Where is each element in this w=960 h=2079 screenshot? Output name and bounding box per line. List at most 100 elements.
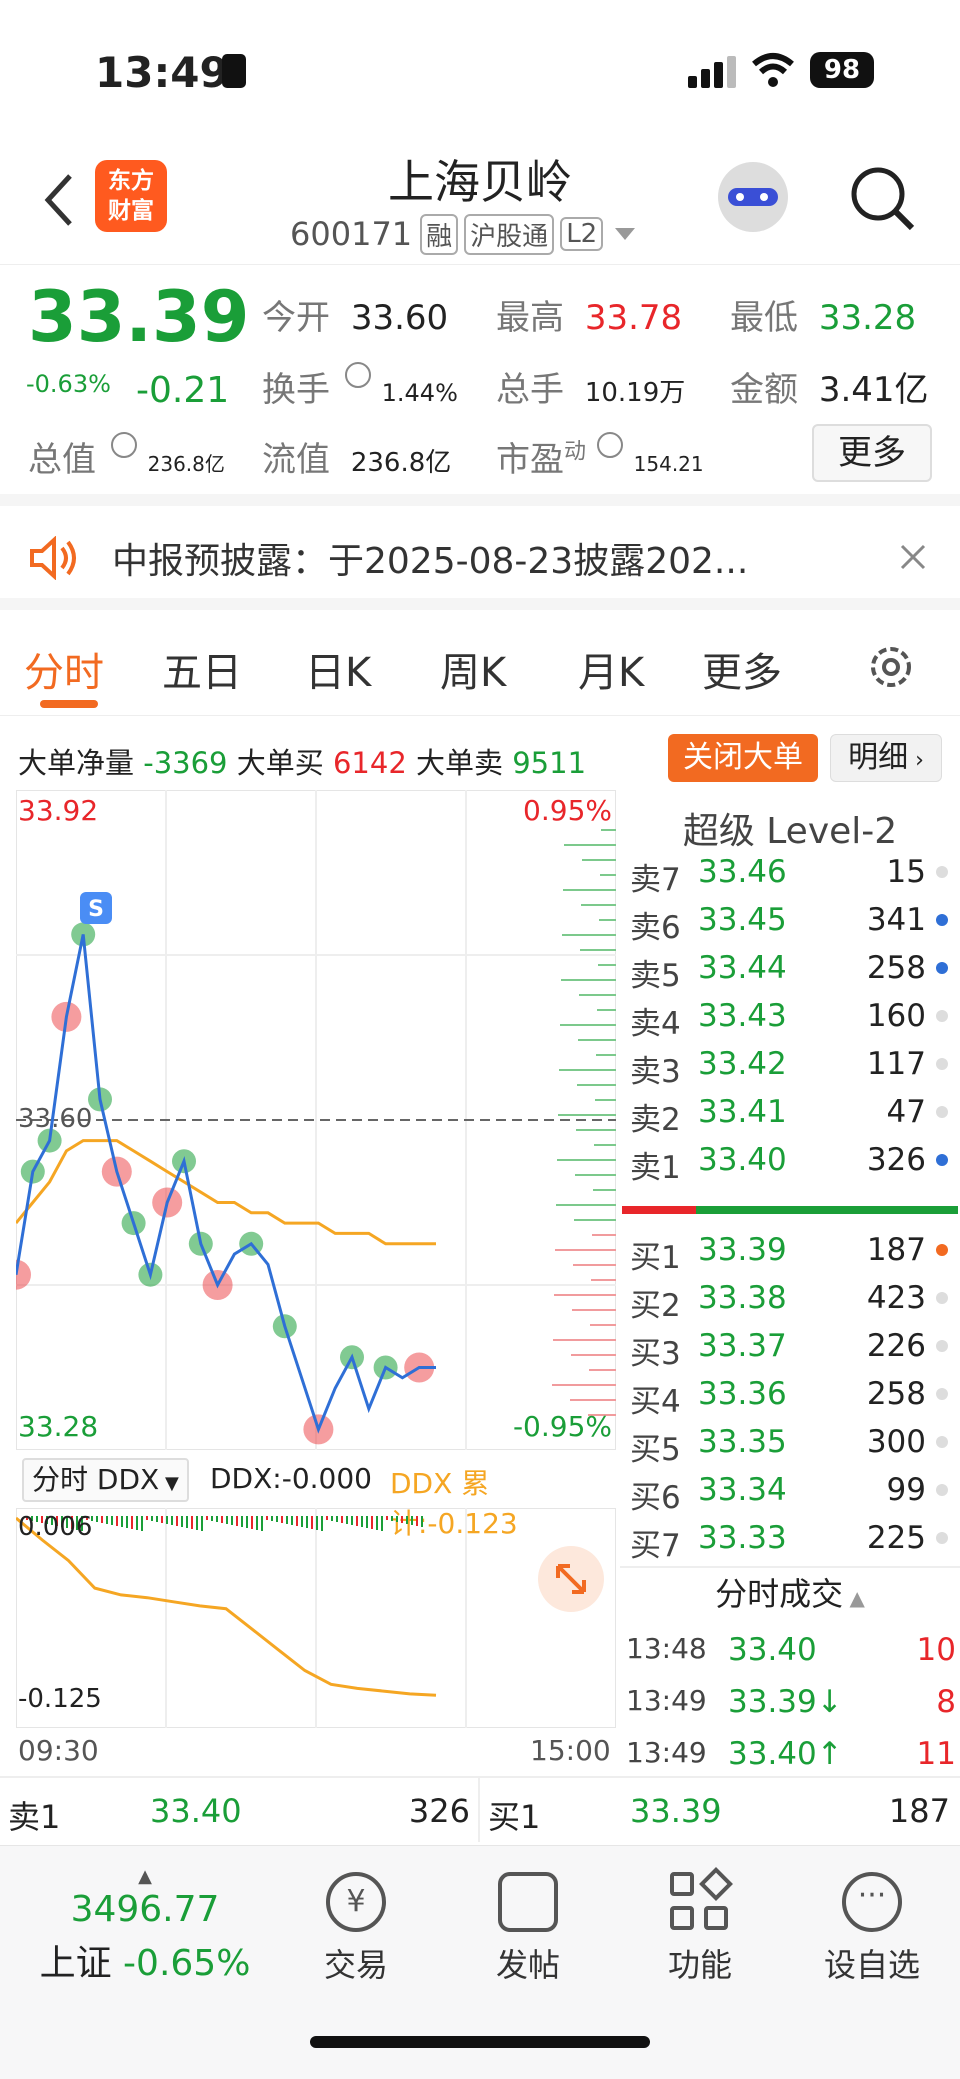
nav-trade[interactable]: ¥ 交易 bbox=[286, 1872, 426, 1986]
settings-gear-icon[interactable] bbox=[866, 642, 916, 692]
caret-up-icon: ▲ bbox=[138, 1866, 152, 1887]
close-icon[interactable] bbox=[898, 542, 928, 572]
info-icon[interactable] bbox=[344, 362, 371, 388]
dropdown-icon[interactable] bbox=[615, 228, 636, 240]
tick-row: 13:49 33.39↓ 8 bbox=[626, 1676, 960, 1724]
ask-price: 33.44 bbox=[698, 950, 787, 986]
bid-row[interactable]: 买2 33.38 423 bbox=[630, 1272, 960, 1324]
volume-row: 总手 10.19万 bbox=[496, 362, 685, 411]
mktcap-value: 236.8亿 bbox=[147, 452, 225, 476]
ddx-bar bbox=[186, 1516, 188, 1528]
ddx-bar bbox=[201, 1516, 203, 1531]
ddx-bar bbox=[256, 1516, 258, 1530]
bottom-divider bbox=[478, 1778, 480, 1842]
tag-l2: L2 bbox=[560, 217, 604, 251]
ddx-bar bbox=[396, 1516, 398, 1522]
robot-avatar-icon[interactable] bbox=[718, 162, 788, 232]
index-widget[interactable]: ▲ 3496.77 上证 -0.65% bbox=[20, 1866, 270, 1986]
index-change: -0.65% bbox=[123, 1943, 251, 1984]
stock-name: 上海贝岭 bbox=[388, 155, 572, 209]
price-line bbox=[14, 934, 436, 1434]
tab-daily-k[interactable]: 日K bbox=[305, 640, 371, 698]
bid-label: 买5 bbox=[630, 1432, 681, 1468]
bid-dot-icon bbox=[936, 1484, 948, 1496]
ask-dot-icon bbox=[936, 1106, 948, 1118]
ddx-bar bbox=[416, 1516, 418, 1526]
tab-more[interactable]: 更多 bbox=[702, 640, 782, 698]
float-value: 236.8亿 bbox=[350, 448, 452, 478]
low-label: 最低 bbox=[730, 298, 798, 338]
ask-dot-icon bbox=[936, 1154, 948, 1166]
status-time: 13:49 bbox=[95, 48, 229, 97]
dropdown-icon: ▼ bbox=[159, 1473, 179, 1494]
bottom-sell-label: 卖1 bbox=[8, 1798, 61, 1836]
nav-add-watchlist[interactable]: ··· 设自选 bbox=[802, 1872, 942, 1986]
tab-weekly-k[interactable]: 周K bbox=[440, 640, 506, 698]
ddx-bar bbox=[321, 1516, 323, 1531]
bid-row[interactable]: 买5 33.35 300 bbox=[630, 1416, 960, 1468]
svg-text:S: S bbox=[88, 897, 104, 922]
big-order-row: 大单净量 -3369 大单买 6142 大单卖 9511 关闭大单 明细 › bbox=[0, 732, 960, 784]
bid-price: 33.34 bbox=[698, 1472, 787, 1508]
bid-label: 买7 bbox=[630, 1528, 681, 1564]
search-icon[interactable] bbox=[848, 164, 918, 234]
tick-volume: 11 bbox=[916, 1736, 956, 1772]
ask-label: 卖1 bbox=[630, 1150, 681, 1186]
ddx-bar bbox=[306, 1516, 308, 1528]
ddx-bar bbox=[361, 1516, 363, 1527]
pct-max-label: 0.95% bbox=[523, 794, 612, 827]
big-order-net-group: 大单净量 -3369 大单买 6142 大单卖 9511 bbox=[18, 740, 586, 782]
ask-label: 卖2 bbox=[630, 1102, 681, 1138]
intraday-chart[interactable]: S 33.92 0.95% 33.60 33.28 -0.95% bbox=[1, 789, 617, 1451]
bid-dot-icon bbox=[936, 1340, 948, 1352]
y-min-label: 33.28 bbox=[18, 1410, 99, 1443]
tick-row: 13:48 33.40 10 bbox=[626, 1624, 960, 1672]
volume-value: 10.19万 bbox=[584, 378, 686, 408]
ddx-bar bbox=[191, 1516, 193, 1529]
expand-icon[interactable] bbox=[538, 1546, 604, 1612]
ddx-selector[interactable]: 分时 DDX ▼ bbox=[22, 1458, 189, 1502]
nav-functions[interactable]: 功能 bbox=[630, 1867, 770, 1986]
tab-monthly-k[interactable]: 月K bbox=[578, 640, 644, 698]
ask-row[interactable]: 卖1 33.40 326 bbox=[630, 1134, 960, 1186]
ask-row[interactable]: 卖3 33.42 117 bbox=[630, 1038, 960, 1090]
mktcap-row: 总值 236.8亿 bbox=[28, 432, 225, 481]
ticks-header[interactable]: 分时成交 ▲ bbox=[620, 1566, 960, 1618]
tab-five-day[interactable]: 五日 bbox=[162, 640, 242, 698]
close-big-order-button[interactable]: 关闭大单 bbox=[668, 734, 818, 782]
detail-button[interactable]: 明细 › bbox=[830, 734, 942, 782]
more-button[interactable]: 更多 bbox=[812, 424, 932, 482]
info-icon[interactable] bbox=[110, 432, 137, 458]
bid-label: 买3 bbox=[630, 1336, 681, 1372]
bid-row[interactable]: 买1 33.39 187 bbox=[630, 1224, 960, 1276]
ddx-cumulative-line bbox=[16, 1516, 437, 1697]
ask-row[interactable]: 卖7 33.46 15 bbox=[630, 846, 960, 898]
bid-label: 买6 bbox=[630, 1480, 681, 1516]
bid-row[interactable]: 买4 33.36 258 bbox=[630, 1368, 960, 1420]
stock-code-row[interactable]: 600171 融 沪股通 L2 bbox=[290, 212, 636, 256]
ddx-bar bbox=[141, 1516, 143, 1531]
tick-time: 13:49 bbox=[626, 1684, 707, 1717]
ask-row[interactable]: 卖2 33.41 47 bbox=[630, 1086, 960, 1138]
ask-row[interactable]: 卖6 33.45 341 bbox=[630, 894, 960, 946]
nav-post[interactable]: 发帖 bbox=[458, 1872, 598, 1986]
notice-banner[interactable]: 中报预披露：于2025-08-23披露202... bbox=[0, 506, 960, 610]
ddx-chart-svg bbox=[16, 1508, 616, 1728]
tab-intraday[interactable]: 分时 bbox=[24, 640, 104, 698]
ask-row[interactable]: 卖4 33.43 160 bbox=[630, 990, 960, 1042]
info-icon[interactable] bbox=[596, 432, 623, 458]
bid-volume: 99 bbox=[886, 1472, 926, 1508]
ask-row[interactable]: 卖5 33.44 258 bbox=[630, 942, 960, 994]
bid-row[interactable]: 买6 33.34 99 bbox=[630, 1464, 960, 1516]
bottom-buy-vol: 187 bbox=[888, 1792, 950, 1830]
ddx-bottom-label: -0.125 bbox=[18, 1684, 102, 1714]
turnover-value: 1.44% bbox=[381, 379, 458, 407]
ddx-bar bbox=[126, 1516, 128, 1528]
bid-row[interactable]: 买7 33.33 225 bbox=[630, 1512, 960, 1564]
ask-dot-icon bbox=[936, 914, 948, 926]
home-indicator bbox=[310, 2036, 650, 2048]
ask-dot-icon bbox=[936, 1058, 948, 1070]
bid-row[interactable]: 买3 33.37 226 bbox=[630, 1320, 960, 1372]
ddx-bar bbox=[386, 1516, 388, 1520]
amount-label: 金额 bbox=[730, 370, 798, 410]
